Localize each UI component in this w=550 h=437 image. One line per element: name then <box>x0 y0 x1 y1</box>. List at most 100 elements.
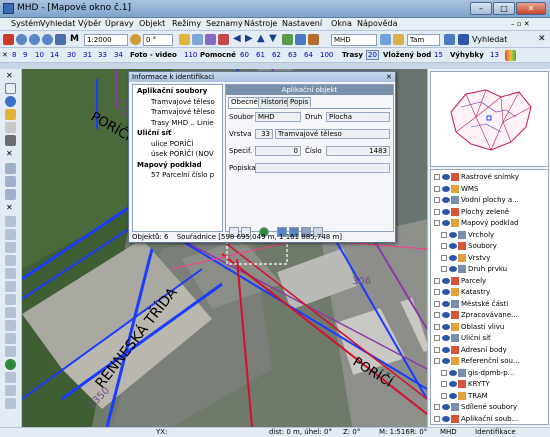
visibility-eye-icon[interactable] <box>442 174 450 180</box>
visibility-eye-icon[interactable] <box>442 335 450 341</box>
minimize-button[interactable]: – <box>470 2 492 15</box>
dialog-close-icon[interactable]: ✕ <box>386 73 392 81</box>
close-button[interactable]: ✕ <box>516 2 546 15</box>
layer-expand-icon[interactable] <box>434 323 440 330</box>
group-trasy[interactable]: Trasy <box>342 51 363 59</box>
select-rect-icon[interactable] <box>5 176 16 187</box>
layer-item[interactable]: Vodní plochy a... <box>434 195 547 206</box>
select-poly-icon[interactable] <box>5 189 16 200</box>
layer-item[interactable]: Aplikační soub... <box>434 414 547 425</box>
vrstva-field[interactable]: Tramvajové těleso <box>275 129 390 139</box>
arrow-left-icon[interactable]: ◀ <box>233 33 241 44</box>
layer-expand-icon[interactable] <box>434 220 440 226</box>
group-vlozeny-bod[interactable]: Vložený bod <box>383 51 431 59</box>
identify-icon[interactable] <box>5 122 16 133</box>
layer-item[interactable]: Mapový podklad <box>434 218 547 229</box>
display-icon[interactable] <box>192 34 203 45</box>
group-pomocne[interactable]: Pomocné <box>200 51 236 59</box>
measure-icon[interactable] <box>308 34 319 45</box>
identify-tree-item[interactable]: ulice PORÍČÍ <box>151 140 193 148</box>
menu-okna[interactable]: Okna <box>331 19 352 28</box>
label-tool-icon[interactable] <box>5 398 16 409</box>
measure-tool-icon[interactable] <box>5 135 16 146</box>
layer-expand-icon[interactable] <box>434 404 440 410</box>
arrow-up-icon[interactable]: ▲ <box>257 33 265 44</box>
layer-item[interactable]: Rastrové snímky <box>434 172 547 183</box>
left-close3-icon[interactable]: ✕ <box>6 203 13 212</box>
zoom-window-icon[interactable] <box>42 34 53 45</box>
vrstva-number-field[interactable]: 33 <box>255 129 273 139</box>
layer-expand-icon[interactable] <box>441 381 447 387</box>
layer-expand-icon[interactable] <box>434 277 440 284</box>
color-icon[interactable] <box>505 50 516 61</box>
layer-item[interactable]: Vrstvy <box>441 253 548 264</box>
edit-move-icon[interactable] <box>5 255 16 266</box>
soubor-field[interactable]: MHD <box>255 112 301 122</box>
refresh-icon[interactable] <box>282 34 293 45</box>
visibility-eye-icon[interactable] <box>442 358 450 364</box>
text-tool-icon[interactable] <box>5 372 16 383</box>
left-close2-icon[interactable]: ✕ <box>6 149 13 158</box>
layers-icon[interactable] <box>205 34 216 45</box>
layer-64[interactable]: 64 <box>304 51 313 59</box>
layer-item[interactable]: Městské části <box>434 299 547 310</box>
search-label[interactable]: Vyhledat <box>472 35 507 44</box>
menu-vyhledat[interactable]: Vyhledat <box>40 19 75 28</box>
visibility-eye-icon[interactable] <box>442 197 450 203</box>
specif-field[interactable]: 0 <box>255 146 301 156</box>
layer-expand-icon[interactable] <box>434 289 440 295</box>
layer-item[interactable]: KRYTY <box>441 379 548 390</box>
identify-tree-item[interactable]: Uliční síť <box>137 129 171 137</box>
group-vyhybky[interactable]: Výhybky <box>450 51 484 59</box>
layer-item[interactable]: Soubory <box>441 241 548 252</box>
menu-napoveda[interactable]: Nápověda <box>357 19 398 28</box>
identify-tree-item[interactable]: úsek PORÍČÍ (NOV <box>151 150 214 158</box>
identify-tree-item[interactable]: Trasy MHD .. Linie <box>151 119 214 127</box>
overview-map[interactable] <box>430 71 549 167</box>
edit-join-icon[interactable] <box>5 294 16 305</box>
edit-line-icon[interactable] <box>5 229 16 240</box>
cislo-field[interactable]: 1483 <box>326 146 390 156</box>
toolbar-close-icon[interactable]: ✕ <box>2 51 8 59</box>
menu-seznamy[interactable]: Seznamy <box>206 19 243 28</box>
layer-item[interactable]: gis-dpmb-p... <box>441 368 548 379</box>
layer-62[interactable]: 62 <box>272 51 281 59</box>
layer-60[interactable]: 60 <box>240 51 249 59</box>
visibility-eye-icon[interactable] <box>442 404 450 410</box>
layer-10[interactable]: 10 <box>35 51 44 59</box>
layer-15[interactable]: 15 <box>434 51 443 59</box>
layer-item[interactable]: Parcely <box>434 276 547 287</box>
visibility-eye-icon[interactable] <box>442 346 450 353</box>
zoom-out-icon[interactable] <box>29 34 40 45</box>
print-icon[interactable] <box>295 34 306 45</box>
layer-item[interactable]: Adresní body <box>434 345 547 356</box>
layer-item[interactable]: Uliční síť <box>434 333 547 344</box>
layer-expand-icon[interactable] <box>434 346 440 353</box>
layer-edit-icon[interactable] <box>393 34 404 45</box>
visibility-eye-icon[interactable] <box>442 300 450 307</box>
folder-icon[interactable] <box>179 34 190 45</box>
scale-select[interactable]: 1:2000 <box>84 34 128 46</box>
visibility-eye-icon[interactable] <box>442 323 450 330</box>
menu-objekt[interactable]: Objekt <box>139 19 165 28</box>
layer-item[interactable]: Plochy zeleně <box>434 207 547 218</box>
layer-expand-icon[interactable] <box>441 266 447 272</box>
tab-popis[interactable]: Popis <box>287 97 312 107</box>
layer-14[interactable]: 14 <box>50 51 59 59</box>
layer-63[interactable]: 63 <box>288 51 297 59</box>
layer-expand-icon[interactable] <box>441 392 447 399</box>
menu-vyber[interactable]: Výběr <box>78 19 101 28</box>
symbol-tool-icon[interactable] <box>5 385 16 396</box>
menu-nastroje[interactable]: Nástroje <box>244 19 277 28</box>
layer-item[interactable]: Zpracovávane... <box>434 310 547 321</box>
visibility-eye-icon[interactable] <box>442 289 450 295</box>
layer-expand-icon[interactable] <box>434 208 440 215</box>
visibility-eye-icon[interactable] <box>449 369 457 376</box>
visibility-eye-icon[interactable] <box>449 381 457 387</box>
edit-undo-icon[interactable] <box>5 333 16 344</box>
identify-tree-item[interactable]: Aplikační soubory <box>137 87 207 95</box>
edit-redo-icon[interactable] <box>5 346 16 357</box>
edit-poly-icon[interactable] <box>5 242 16 253</box>
layer-110[interactable]: 110 <box>184 51 197 59</box>
visibility-eye-icon[interactable] <box>442 312 450 318</box>
